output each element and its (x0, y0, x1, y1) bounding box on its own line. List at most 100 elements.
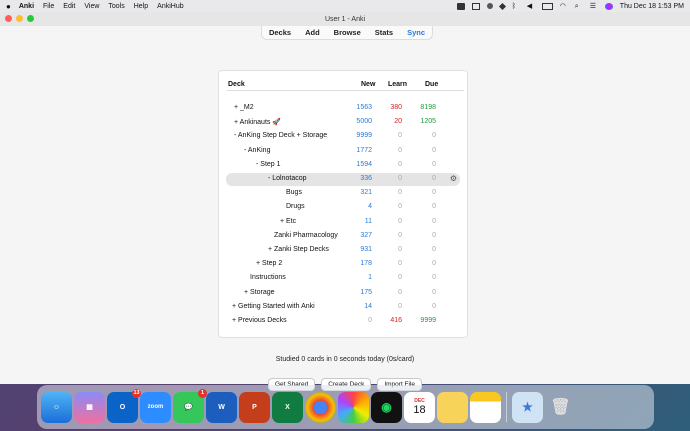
deck-row[interactable]: + Previous Decks 0 416 9999 (219, 315, 467, 328)
deck-new-count: 1563 (356, 104, 372, 111)
messages-icon[interactable]: 💬 1 (173, 388, 207, 423)
deck-name[interactable]: + Ankinauts 🚀 (234, 118, 281, 126)
notes-icon[interactable] (470, 391, 501, 423)
tab-sync[interactable]: Sync (400, 28, 432, 37)
volume-icon[interactable]: ◀ (527, 3, 535, 10)
chrome-icon[interactable] (305, 391, 336, 423)
deck-name[interactable]: + Zanki Step Decks (268, 246, 329, 253)
apple-icon[interactable]: ● (6, 2, 11, 11)
calendar-icon[interactable]: DEC 18 (404, 391, 435, 423)
stickies-icon[interactable] (437, 391, 468, 423)
spotify-icon[interactable]: ◉ (371, 391, 402, 423)
anki-window: User 1 - Anki Decks Add Browse Stats Syn… (0, 12, 690, 391)
deck-learn-count: 0 (398, 175, 402, 182)
deck-name[interactable]: + Previous Decks (232, 317, 287, 324)
battery-icon[interactable] (541, 2, 553, 10)
outlook-icon[interactable]: O 13 (107, 388, 141, 423)
deck-due-count: 0 (432, 146, 436, 154)
deck-due-count: 0 (432, 231, 436, 239)
powerpoint-icon[interactable]: P (239, 391, 270, 423)
deck-due-count: 1205 (420, 118, 436, 126)
menu-edit[interactable]: Edit (63, 3, 75, 10)
deck-due-count: 0 (432, 189, 436, 197)
close-button[interactable] (5, 15, 12, 22)
person-icon[interactable] (486, 3, 493, 9)
header-due: Due (425, 81, 439, 88)
siri-icon[interactable] (604, 2, 613, 10)
deck-row[interactable]: + Ankinauts 🚀 5000 20 1205 (219, 116, 467, 129)
anki-icon[interactable]: ★ (512, 391, 543, 423)
menu-ankihub[interactable]: AnkiHub (157, 3, 183, 10)
deck-new-count: 11 (364, 217, 372, 225)
deck-name[interactable]: - AnKing (244, 147, 270, 154)
bluetooth-icon[interactable]: ᛒ (512, 3, 520, 10)
deck-row[interactable]: - AnKing 1772 0 0 (219, 145, 467, 158)
word-icon[interactable]: W (206, 391, 237, 423)
deck-row[interactable]: Zanki Pharmacology 327 0 0 (219, 230, 467, 243)
minimize-button[interactable] (16, 15, 23, 22)
deck-row[interactable]: Drugs 4 0 0 (219, 201, 467, 214)
menu-view[interactable]: View (84, 3, 99, 10)
launchpad-icon[interactable]: ▦ (74, 391, 105, 423)
deck-name[interactable]: - Step 1 (256, 161, 281, 168)
deck-learn-count: 0 (398, 132, 402, 140)
deck-row[interactable]: + Etc 11 0 0 (219, 216, 467, 229)
tab-stats[interactable]: Stats (368, 28, 400, 37)
top-toolbar: Decks Add Browse Stats Sync (261, 26, 433, 40)
deck-list-panel: Deck New Learn Due + _M2 1563 380 8198 + Ank… (218, 70, 468, 338)
zoom-icon[interactable]: zoom (140, 391, 171, 423)
deck-row[interactable]: + Step 2 178 0 0 (219, 258, 467, 271)
deck-learn-count: 416 (390, 317, 402, 324)
search-icon[interactable]: ⌕ (575, 3, 583, 10)
control-center-icon[interactable]: ☰ (590, 3, 598, 10)
deck-learn-count: 0 (398, 302, 402, 310)
deck-name[interactable]: - AnKing Step Deck + Storage (234, 132, 327, 139)
wifi-icon[interactable]: ◠ (560, 3, 568, 10)
deck-name[interactable]: Bugs (286, 189, 302, 196)
dock: ☺ ▦ O 13 zoom 💬 1 W P X ◉ DEC 18 ★ 🗑 (37, 385, 654, 429)
menu-file[interactable]: File (43, 3, 54, 10)
deck-row[interactable]: - Step 1 1594 0 0 (219, 159, 467, 172)
deck-name[interactable]: + Step 2 (256, 260, 282, 267)
photos-icon[interactable] (338, 391, 369, 423)
deck-row[interactable]: + _M2 1563 380 8198 (219, 102, 467, 115)
deck-name[interactable]: Zanki Pharmacology (274, 232, 338, 239)
zoom-button[interactable] (27, 15, 34, 22)
deck-row[interactable]: Bugs 321 0 0 (219, 187, 467, 200)
deck-name[interactable]: Drugs (286, 203, 305, 210)
deck-row[interactable]: + Getting Started with Anki 14 0 0 (219, 301, 467, 314)
deck-due-count: 0 (432, 132, 436, 140)
header-deck: Deck (228, 81, 245, 88)
excel-icon[interactable]: X (272, 391, 303, 423)
deck-learn-count: 0 (398, 231, 402, 239)
menu-anki[interactable]: Anki (19, 3, 34, 10)
deck-name[interactable]: + Etc (280, 218, 296, 225)
deck-new-count: 321 (360, 189, 372, 197)
deck-options-gear-icon[interactable]: ⚙ (450, 174, 457, 183)
deck-name[interactable]: + Getting Started with Anki (232, 303, 315, 310)
deck-name[interactable]: + _M2 (234, 104, 254, 111)
tab-decks[interactable]: Decks (262, 28, 298, 37)
finder-icon[interactable]: ☺ (41, 391, 72, 423)
tab-browse[interactable]: Browse (327, 28, 368, 37)
deck-due-count: 0 (432, 274, 436, 282)
trash-icon[interactable]: 🗑 (545, 392, 576, 423)
deck-learn-count: 0 (398, 189, 402, 197)
clock[interactable]: Thu Dec 18 1:53 PM (620, 3, 684, 10)
deck-row[interactable]: + Storage 175 0 0 (219, 287, 467, 300)
dropbox-icon[interactable] (498, 2, 506, 10)
camera-icon[interactable] (456, 2, 465, 10)
deck-due-count: 9999 (420, 317, 436, 324)
menu-tools[interactable]: Tools (108, 3, 124, 10)
deck-name[interactable]: + Storage (244, 289, 275, 296)
grid-icon[interactable] (471, 2, 480, 10)
deck-new-count: 4 (368, 203, 372, 211)
deck-row[interactable]: Instructions 1 0 0 (219, 272, 467, 285)
tab-add[interactable]: Add (298, 28, 327, 37)
deck-row[interactable]: - AnKing Step Deck + Storage 9999 0 0 (219, 130, 467, 143)
deck-name[interactable]: Instructions (250, 274, 286, 281)
deck-row-selected[interactable]: - Lolnotacop 336 0 0 ⚙ (226, 173, 460, 186)
menu-help[interactable]: Help (134, 3, 148, 10)
deck-row[interactable]: + Zanki Step Decks 931 0 0 (219, 244, 467, 257)
deck-name[interactable]: - Lolnotacop (268, 175, 307, 182)
